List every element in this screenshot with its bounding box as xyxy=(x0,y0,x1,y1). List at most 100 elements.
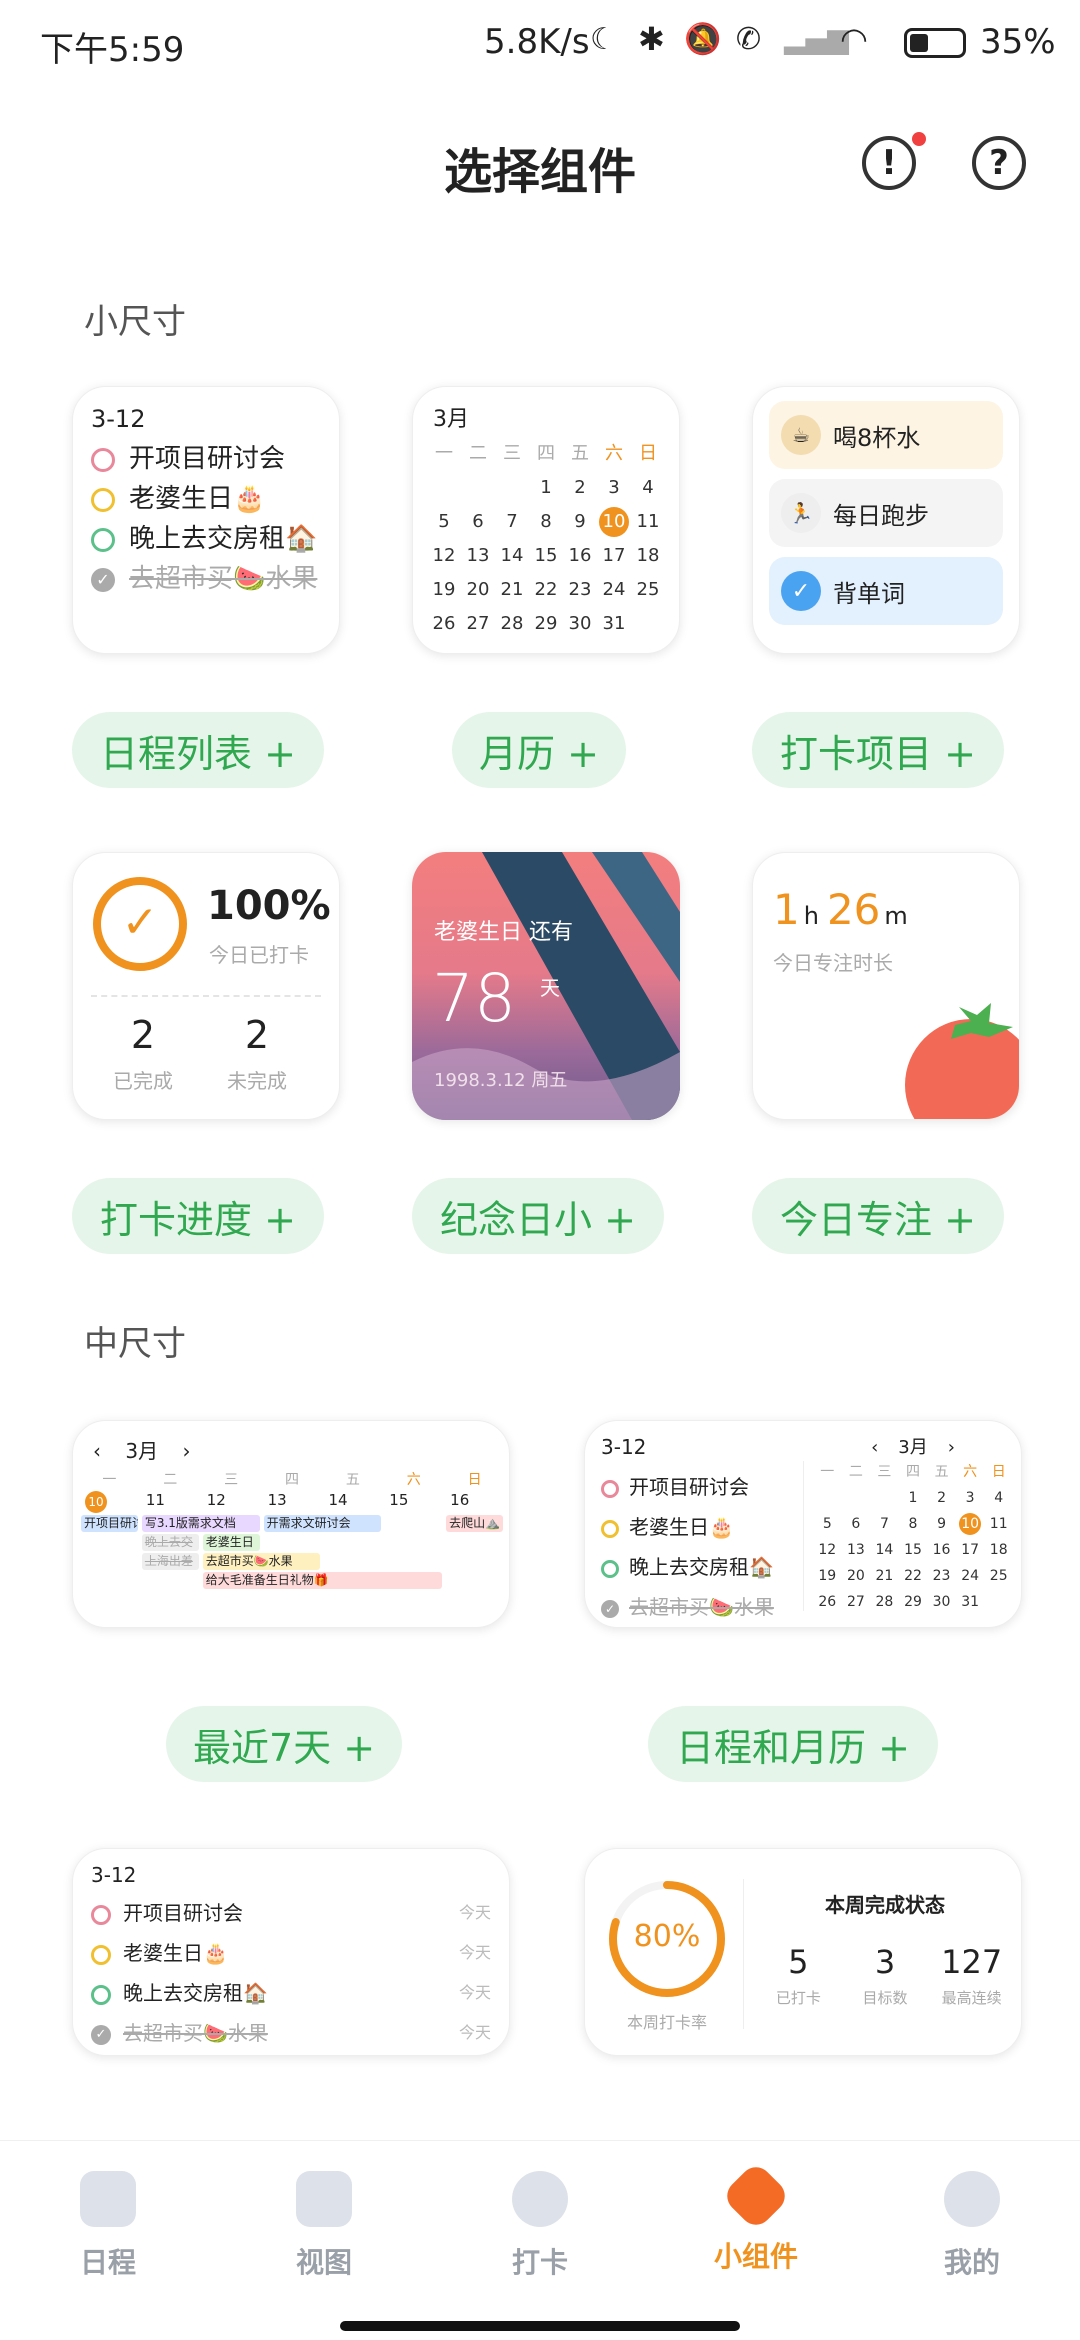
progress-label: 今日已打卡 xyxy=(209,943,309,967)
widget-focus[interactable]: 1 h 26 m 今日专注时长 xyxy=(752,852,1020,1120)
weekday-label: 六 xyxy=(963,1464,978,1480)
today-tag: 今天 xyxy=(458,1943,491,1962)
calendar-day xyxy=(842,1485,871,1511)
list-item: 老婆生日🎂 xyxy=(91,479,321,519)
widget-checkin[interactable]: ☕ 喝8杯水 🏃 每日跑步 ✓ 背单词 xyxy=(752,386,1020,654)
circle-icon xyxy=(91,1984,111,2005)
widget-month-calendar[interactable]: 3月 一二三四五六日 1 2 3 4 5 6 7 8 9 10 11 12 13 14 15 16 17 18 19… xyxy=(412,386,680,654)
tomato-icon xyxy=(905,1003,1019,1119)
calendar-day: 4 xyxy=(994,1490,1004,1506)
calendar-day: 17 xyxy=(961,1542,980,1558)
weekday-label: 四 xyxy=(285,1472,299,1488)
weekday-label: 六 xyxy=(406,1472,421,1488)
progress-percent: 100% xyxy=(207,883,331,929)
nav-widgets[interactable]: 小组件 xyxy=(676,2160,836,2275)
add-recent-7-days-button[interactable]: 最近7天 + xyxy=(166,1706,402,1782)
undone-label: 未完成 xyxy=(227,1069,287,1093)
calendar-day: 27 xyxy=(466,613,490,634)
list-item-label: 开项目研讨会 xyxy=(123,1901,243,1925)
feedback-icon[interactable]: ! xyxy=(862,136,916,190)
undone-count: 2 xyxy=(244,1013,270,1057)
widget-date: 3-12 xyxy=(601,1435,647,1459)
rate-label: 本周打卡率 xyxy=(626,2013,707,2032)
stat-label: 已打卡 xyxy=(775,1989,821,2007)
widget-schedule-list-today[interactable]: 3-12 开项目研讨会 今天 老婆生日🎂 今天 晚上去交房租🏠 今天 ✓ 去超市买🍉水果 今天 xyxy=(72,1848,510,2056)
weekday-label: 五 xyxy=(345,1472,360,1488)
list-item: ✓ 去超市买🍉水果 xyxy=(601,1587,801,1627)
moon-icon: ☾ xyxy=(590,22,617,57)
battery-icon xyxy=(904,28,966,58)
widget-recent-7-days[interactable]: ‹ 3月 › 一 二 三 四 五 六 日 10 11 12 13 14 15 16 开项目研讨写3.1版… xyxy=(72,1420,510,1628)
stat-block: 127 最高连续 xyxy=(928,1943,1015,2008)
widget-schedule-list[interactable]: 3-12 开项目研讨会 老婆生日🎂 晚上去交房租🏠 ✓ 去超市买🍉水果 xyxy=(72,386,340,654)
nav-view[interactable]: 视图 xyxy=(244,2171,404,2281)
weekday-label: 二 xyxy=(163,1472,178,1488)
weekday-label: 日 xyxy=(467,1472,482,1488)
calendar-day xyxy=(461,471,495,505)
widget-schedule-and-month[interactable]: 3-12 开项目研讨会 老婆生日🎂 晚上去交房租🏠 ✓ 去超市买🍉水果 ‹ 3月 › … xyxy=(584,1420,1022,1628)
calendar-day: 11 xyxy=(989,1516,1008,1532)
list-item: 老婆生日🎂 xyxy=(601,1507,801,1547)
profile-icon xyxy=(944,2171,1000,2227)
calendar-event: 开项目研讨 xyxy=(81,1515,138,1532)
calendar-event: 开需求文研讨会 xyxy=(263,1515,382,1532)
nav-schedule[interactable]: 日程 xyxy=(28,2171,188,2281)
calendar-event: 给大毛准备生日礼物🎁 xyxy=(202,1572,443,1589)
add-anniversary-button[interactable]: 纪念日小 + xyxy=(412,1178,664,1254)
today-tag: 今天 xyxy=(458,1903,491,1922)
next-month-icon[interactable]: › xyxy=(182,1439,190,1463)
add-month-calendar-button[interactable]: 月历 + xyxy=(452,712,626,788)
prev-month-icon[interactable]: ‹ xyxy=(871,1437,878,1458)
today-tag: 今天 xyxy=(458,1983,491,2002)
prev-month-icon[interactable]: ‹ xyxy=(93,1439,101,1463)
calendar-day: 9 xyxy=(574,511,586,532)
calendar-day: 11 xyxy=(636,511,660,532)
widget-anniversary[interactable]: 老婆生日 还有 78 天 1998.3.12 周五 xyxy=(412,852,680,1120)
widgets-icon xyxy=(720,2160,792,2232)
list-item: 晚上去交房租🏠 今天 xyxy=(91,1973,491,2013)
calendar-day: 12 xyxy=(818,1542,837,1558)
add-schedule-list-button[interactable]: 日程列表 + xyxy=(72,712,324,788)
calendar-day: 2 xyxy=(937,1490,947,1506)
add-schedule-month-button[interactable]: 日程和月历 + xyxy=(648,1706,938,1782)
calendar-day: 21 xyxy=(500,579,524,600)
top-bar: 选择组件 ! ? xyxy=(0,100,1080,230)
wifi-icon: ◠ xyxy=(840,20,868,58)
calendar-event: 去超市买🍉水果 xyxy=(202,1553,321,1570)
calendar-day: 8 xyxy=(540,511,552,532)
calendar-day: 18 xyxy=(636,545,660,566)
next-month-icon[interactable]: › xyxy=(948,1437,955,1458)
calendar-event: 晚上去交 xyxy=(141,1534,199,1551)
calendar-day: 5 xyxy=(822,1516,832,1532)
bottom-navigation: 日程 视图 打卡 小组件 我的 xyxy=(0,2140,1080,2340)
weekday-label: 日 xyxy=(991,1464,1006,1480)
weekday-label: 四 xyxy=(905,1464,920,1480)
checkin-item: ✓ 背单词 xyxy=(769,557,1003,625)
week-date: 10 xyxy=(79,1491,140,1513)
status-bar: 下午5:59 5.8K/s ☾ ✱ 🔕 ✆ ▂▄▆ ◠ 35% xyxy=(0,0,1080,90)
week-header: ‹ 3月 › xyxy=(93,1439,191,1463)
done-label: 已完成 xyxy=(113,1069,173,1093)
nav-me[interactable]: 我的 xyxy=(892,2171,1052,2281)
list-item-label: 晚上去交房租🏠 xyxy=(123,1981,268,2005)
add-focus-button[interactable]: 今日专注 + xyxy=(752,1178,1004,1254)
calendar-event: 写3.1版需求文档 xyxy=(141,1515,260,1532)
widget-date: 3-12 xyxy=(91,1863,137,1887)
calendar-day: 25 xyxy=(636,579,660,600)
schedule-icon xyxy=(80,2171,136,2227)
weekday-label: 四 xyxy=(537,443,555,464)
help-icon[interactable]: ? xyxy=(972,136,1026,190)
calendar-day: 7 xyxy=(506,511,518,532)
nav-checkin[interactable]: 打卡 xyxy=(460,2171,620,2281)
call-icon: ✆ xyxy=(736,22,762,57)
weekly-title: 本周完成状态 xyxy=(825,1893,945,1917)
calendar-day xyxy=(495,471,529,505)
status-time: 下午5:59 xyxy=(40,30,185,70)
add-checkin-button[interactable]: 打卡项目 + xyxy=(752,712,1004,788)
add-progress-button[interactable]: 打卡进度 + xyxy=(72,1178,324,1254)
calendar-day: 3 xyxy=(965,1490,975,1506)
widget-weekly-status[interactable]: 80% 本周打卡率 本周完成状态 5 已打卡 3 目标数 127 最高连续 xyxy=(584,1848,1022,2056)
calendar-day xyxy=(870,1485,899,1511)
anniversary-days: 78 xyxy=(432,960,516,1037)
widget-checkin-progress[interactable]: ✓ 100% 今日已打卡 2 已完成 2 未完成 xyxy=(72,852,340,1120)
